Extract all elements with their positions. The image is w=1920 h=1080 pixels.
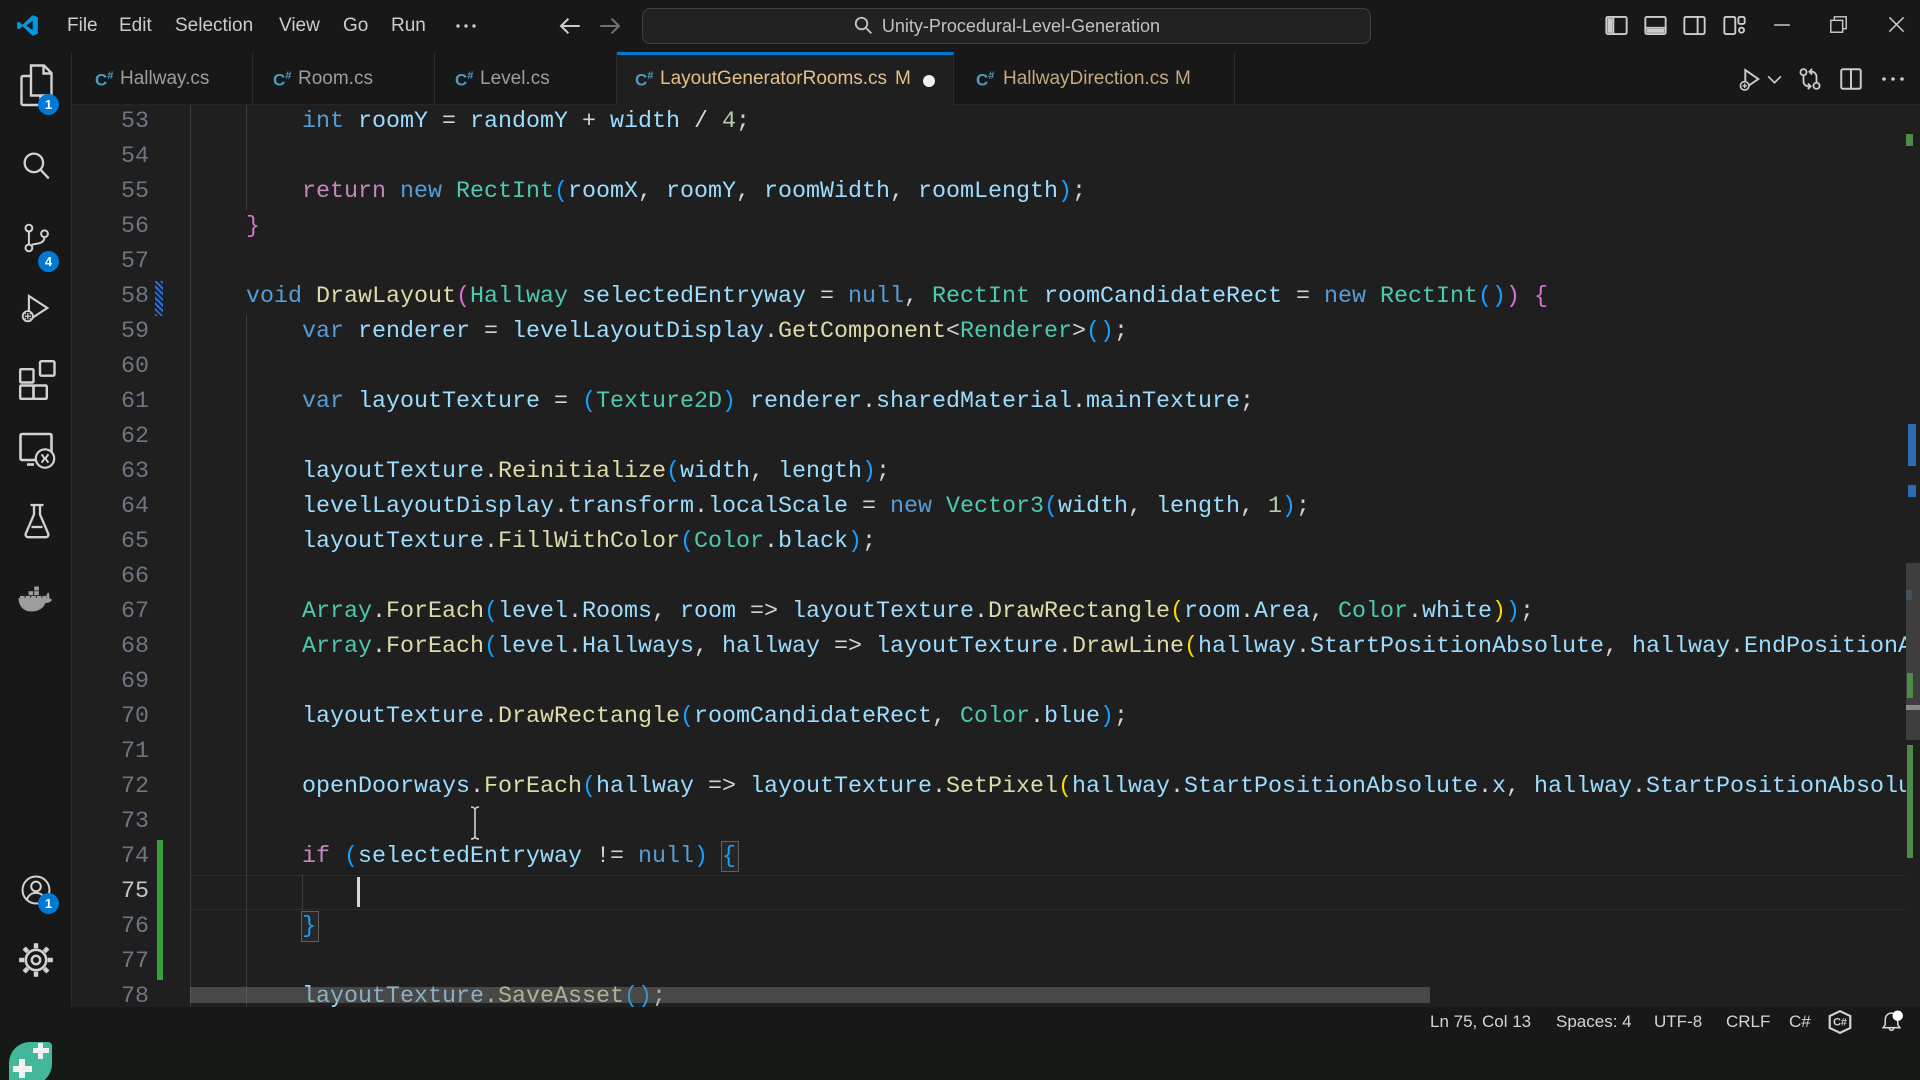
svg-text:C#: C# — [1833, 1016, 1847, 1028]
